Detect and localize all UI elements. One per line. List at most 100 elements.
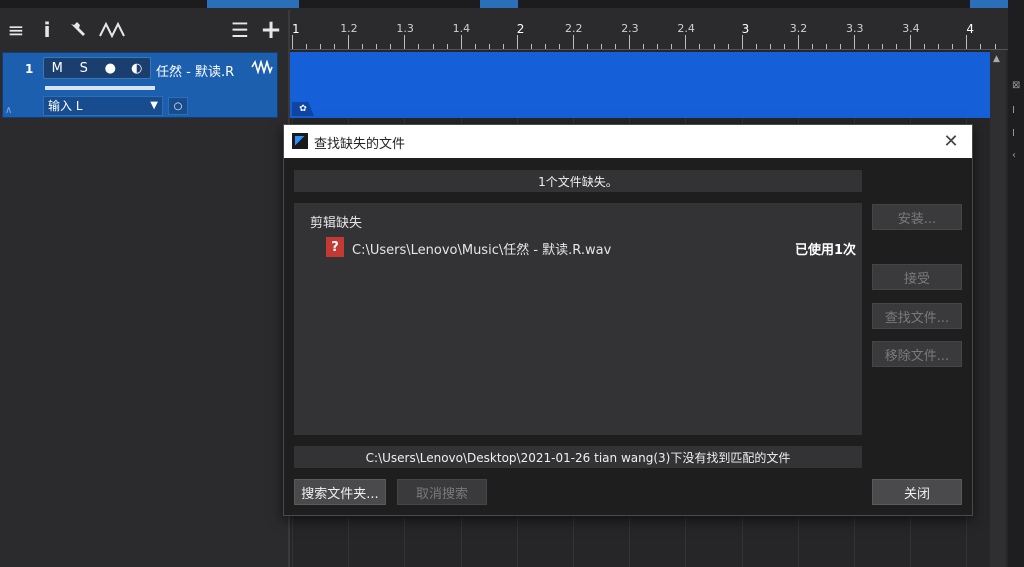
volume-slider[interactable] bbox=[45, 86, 155, 90]
ruler-tick bbox=[292, 35, 293, 49]
app-logo-icon bbox=[292, 133, 308, 149]
record-icon: ● bbox=[104, 60, 116, 76]
find-missing-files-dialog: 查找缺失的文件 ✕ 1个文件缺失。 剪辑缺失 ? C:\Users\Lenovo… bbox=[283, 124, 973, 516]
ruler-tick bbox=[390, 44, 392, 49]
track-button-group: M S ● ◐ bbox=[43, 57, 151, 79]
ruler-tick bbox=[685, 35, 687, 49]
track-list: 1 M S ● ◐ 任然 - 默读.R 输入 L ▼ ○ ∧ bbox=[0, 50, 288, 567]
track-row[interactable]: 1 M S ● ◐ 任然 - 默读.R 输入 L ▼ ○ ∧ bbox=[2, 52, 278, 118]
solo-button[interactable]: S bbox=[71, 58, 98, 78]
ruler-tick bbox=[587, 44, 589, 49]
ruler-tick bbox=[643, 44, 645, 49]
ruler-tick bbox=[334, 44, 336, 49]
missing-file-list[interactable]: 剪辑缺失 ? C:\Users\Lenovo\Music\任然 - 默读.R.w… bbox=[294, 203, 862, 435]
ruler-tick bbox=[573, 35, 574, 49]
wrench-icon[interactable] bbox=[66, 18, 90, 42]
ruler-tick bbox=[783, 44, 785, 49]
ruler-label: 3.2 bbox=[789, 22, 808, 35]
ruler-tick bbox=[868, 44, 870, 49]
ruler-tick bbox=[615, 44, 617, 49]
ruler-tick bbox=[306, 44, 308, 49]
ruler-tick bbox=[544, 44, 546, 49]
vertical-scrollbar[interactable]: ▲ bbox=[990, 50, 1006, 567]
close-button[interactable]: 关闭 bbox=[872, 479, 962, 505]
ruler-tick bbox=[938, 44, 940, 49]
ruler-tick bbox=[418, 44, 420, 49]
ruler-tick bbox=[713, 44, 715, 49]
scroll-up-icon[interactable]: ▲ bbox=[993, 54, 1000, 64]
dialog-title: 查找缺失的文件 bbox=[314, 137, 406, 152]
ruler-tick bbox=[516, 35, 518, 49]
ruler-tick bbox=[769, 44, 771, 49]
section-title: 剪辑缺失 bbox=[310, 216, 363, 231]
ruler-tick bbox=[854, 35, 855, 49]
ruler-tick bbox=[502, 44, 504, 49]
ruler-tick bbox=[657, 44, 659, 49]
circle-icon: ○ bbox=[173, 100, 183, 112]
ruler-tick bbox=[882, 44, 884, 49]
audio-clip[interactable]: ✿ bbox=[290, 52, 990, 118]
waveform-icon[interactable] bbox=[251, 59, 273, 78]
install-button[interactable]: 安装... bbox=[872, 204, 962, 230]
list-item[interactable]: ? C:\Users\Lenovo\Music\任然 - 默读.R.wav 已使… bbox=[326, 237, 856, 258]
clip-settings-icon[interactable]: ✿ bbox=[292, 102, 314, 116]
info-icon[interactable]: i bbox=[35, 18, 59, 42]
ruler-tick bbox=[741, 35, 743, 49]
ruler-tick bbox=[966, 35, 968, 49]
chevron-down-icon: ▼ bbox=[150, 100, 158, 111]
menu-icon[interactable]: ≡ bbox=[4, 18, 28, 42]
ruler-label: 2.3 bbox=[621, 22, 639, 35]
search-status: C:\Users\Lenovo\Desktop\2021-01-26 tian … bbox=[294, 446, 862, 468]
ruler-tick bbox=[348, 35, 350, 49]
panel-glyph: ‹ bbox=[1012, 150, 1016, 161]
remove-file-button[interactable]: 移除文件... bbox=[872, 341, 962, 367]
ruler-tick bbox=[474, 44, 476, 49]
add-icon[interactable]: + bbox=[259, 15, 283, 45]
record-button[interactable]: ● bbox=[97, 58, 124, 78]
volume-fill bbox=[45, 86, 155, 90]
panel-glyph: I bbox=[1012, 128, 1015, 139]
question-mark-icon: ? bbox=[326, 237, 344, 257]
ruler-label: 1 bbox=[292, 22, 300, 36]
find-file-button[interactable]: 查找文件... bbox=[872, 303, 962, 329]
input-select[interactable]: 输入 L ▼ bbox=[43, 96, 163, 116]
ruler-label: 1.3 bbox=[396, 22, 414, 35]
timeline-ruler[interactable]: 1 1.2 1.3 1.4 2 2.2 2.3 2.4 3 3.2 3.3 3.4 4 bbox=[290, 10, 1010, 50]
ruler-tick bbox=[629, 35, 631, 49]
dialog-titlebar[interactable]: 查找缺失的文件 ✕ bbox=[284, 125, 972, 158]
ruler-tick bbox=[432, 44, 434, 49]
automation-lane-icon[interactable]: ∧ bbox=[5, 105, 12, 116]
ruler-tick bbox=[952, 44, 954, 49]
automation-curve-icon[interactable] bbox=[97, 18, 127, 42]
cancel-search-button[interactable]: 取消搜索 bbox=[397, 479, 487, 505]
top-strip-segment bbox=[207, 0, 299, 8]
ruler-tick bbox=[530, 44, 532, 49]
ruler-tick bbox=[910, 35, 912, 49]
panel-glyph: ⊠ bbox=[1012, 80, 1021, 91]
monitor-button[interactable]: ◐ bbox=[124, 58, 151, 78]
track-name[interactable]: 任然 - 默读.R bbox=[156, 61, 234, 80]
ruler-tick bbox=[446, 44, 448, 49]
missing-count-label: 1个文件缺失。 bbox=[294, 170, 862, 192]
close-icon[interactable]: ✕ bbox=[940, 130, 962, 152]
accept-button[interactable]: 接受 bbox=[872, 264, 962, 290]
file-path: C:\Users\Lenovo\Music\任然 - 默读.R.wav bbox=[352, 243, 612, 258]
ruler-tick bbox=[699, 44, 701, 49]
ruler-tick bbox=[727, 44, 729, 49]
mute-button[interactable]: M bbox=[44, 58, 71, 78]
search-folder-button[interactable]: 搜索文件夹... bbox=[294, 479, 386, 505]
ruler-tick bbox=[558, 44, 560, 49]
ruler-tick bbox=[320, 44, 322, 49]
ruler-tick bbox=[601, 44, 603, 49]
top-strip bbox=[0, 0, 1024, 8]
ruler-label: 3.4 bbox=[902, 22, 920, 35]
input-monitor-button[interactable]: ○ bbox=[168, 97, 188, 115]
ruler-tick bbox=[924, 44, 926, 49]
ruler-tick bbox=[994, 44, 996, 49]
right-side-panel: ⊠ I I ‹ bbox=[1008, 0, 1024, 567]
ruler-tick bbox=[376, 44, 378, 49]
ruler-label: 2 bbox=[516, 22, 525, 36]
ruler-tick bbox=[488, 44, 490, 49]
list-icon[interactable]: ☰ bbox=[228, 18, 252, 42]
ruler-label: 2.2 bbox=[565, 22, 583, 35]
